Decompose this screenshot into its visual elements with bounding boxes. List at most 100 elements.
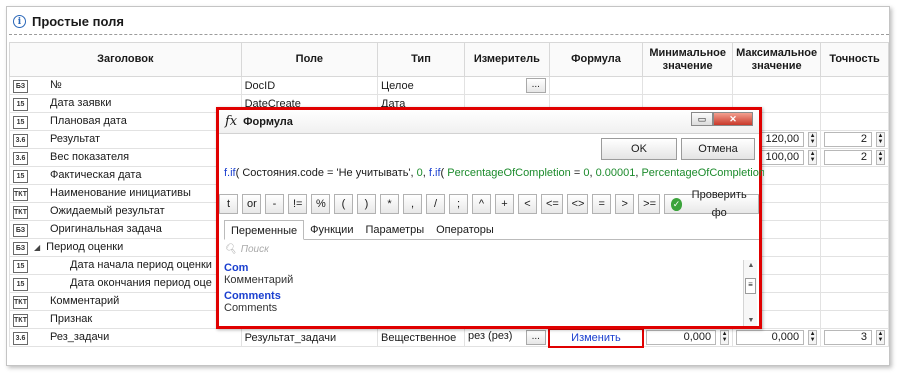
scroll-down-icon[interactable]: ▼ [744, 317, 758, 324]
col-header-field[interactable]: Поле [240, 42, 379, 77]
cell-formula[interactable]: Изменить [548, 327, 644, 348]
spinner-icon[interactable]: ▲ ▼ [876, 330, 885, 345]
search-input[interactable]: Поиск [241, 244, 269, 255]
col-header-min[interactable]: Минимальное значение [642, 42, 734, 77]
operator-button[interactable]: + [495, 194, 514, 214]
col-header-type[interactable]: Тип [377, 42, 465, 77]
spinner-icon[interactable]: ▲ ▼ [808, 150, 818, 165]
table-row[interactable]: 3.6 Рез_задачи Результат_задачи Вещественно… [9, 327, 889, 348]
cell-precision[interactable] [820, 310, 889, 329]
check-formula-button[interactable]: ✓ Проверить фо [663, 189, 759, 219]
cell-precision[interactable] [820, 220, 889, 239]
cell-title[interactable]: 3.6 Рез_задачи [9, 328, 242, 347]
tab-1[interactable]: Функции [304, 220, 359, 239]
cell-title[interactable]: ТКТ Наименование инициативы [9, 184, 242, 203]
cell-measure[interactable]: ... [463, 76, 550, 95]
spinner-icon[interactable]: ▲ ▼ [808, 330, 818, 345]
col-header-measure[interactable]: Измеритель [463, 42, 550, 77]
cell-precision[interactable] [820, 184, 889, 203]
operator-button[interactable]: <= [541, 194, 563, 214]
cell-precision[interactable] [820, 238, 889, 257]
section-header[interactable]: i Простые поля [9, 9, 889, 35]
cell-precision[interactable] [820, 112, 889, 131]
cell-field[interactable]: DocID [240, 76, 379, 95]
cell-precision[interactable]: 2 ▲ ▼ [820, 130, 889, 149]
cell-min-input[interactable]: 0,000 [646, 330, 717, 345]
operator-button[interactable]: - [265, 194, 284, 214]
operator-button[interactable]: = [592, 194, 612, 214]
operator-button[interactable]: , [403, 194, 422, 214]
col-header-precision[interactable]: Точность [820, 42, 889, 77]
cancel-button[interactable]: Отмена [681, 138, 755, 160]
operator-button[interactable]: or [242, 194, 261, 214]
operator-button[interactable]: <> [566, 194, 589, 214]
col-header-title[interactable]: Заголовок [9, 42, 242, 77]
operator-button[interactable]: ^ [472, 194, 491, 214]
list-item[interactable]: Com Комментарий [224, 262, 749, 286]
cell-type[interactable]: Целое [377, 76, 465, 95]
cell-title[interactable]: ТКТ Ожидаемый результат [9, 202, 242, 221]
operator-button[interactable]: < [518, 194, 537, 214]
ok-button[interactable]: OK [601, 138, 677, 160]
cell-max-input[interactable]: 0,000 [736, 330, 805, 345]
cell-title[interactable]: ТКТ Признак [9, 310, 242, 329]
cell-min[interactable] [642, 76, 734, 95]
cell-max[interactable]: 0,000 ▲ ▼ [732, 328, 822, 347]
cell-precision[interactable]: 3 ▲ ▼ [820, 328, 889, 347]
operator-button[interactable]: > [615, 194, 635, 214]
operator-button[interactable]: ) [357, 194, 376, 214]
spinner-icon[interactable]: ▲ ▼ [720, 330, 730, 345]
cell-title[interactable]: ТКТ Комментарий [9, 292, 242, 311]
cell-precision-input[interactable]: 2 [824, 150, 872, 165]
operator-button[interactable]: != [288, 194, 307, 214]
cell-title[interactable]: 15 Дата начала период оценки [9, 256, 242, 275]
measure-select-button[interactable]: ... [525, 78, 546, 93]
cell-title[interactable]: 15 Фактическая дата [9, 166, 242, 185]
measure-select-button[interactable]: ... [525, 330, 546, 345]
edit-formula-link[interactable]: Изменить [571, 332, 621, 344]
col-header-max[interactable]: Максимальное значение [732, 42, 822, 77]
cell-title[interactable]: 15 Дата окончания период оце [9, 274, 242, 293]
expand-icon[interactable]: ◢ [34, 243, 40, 252]
table-row[interactable]: БЗ № DocID Целое... [9, 76, 889, 95]
cell-measure[interactable]: рез (рез)... [463, 328, 550, 347]
cell-precision[interactable] [820, 76, 889, 95]
cell-precision[interactable] [820, 94, 889, 113]
cell-precision[interactable]: 2 ▲ ▼ [820, 148, 889, 167]
restore-icon[interactable]: ▭ [691, 112, 713, 126]
spinner-icon[interactable]: ▲ ▼ [808, 132, 818, 147]
tab-0[interactable]: Переменные [224, 220, 305, 240]
cell-formula[interactable] [548, 76, 644, 95]
cell-precision[interactable] [820, 274, 889, 293]
operator-button[interactable]: >= [638, 194, 660, 214]
cell-title[interactable]: БЗ ◢ Период оценки [9, 238, 242, 257]
cell-title[interactable]: 3.6 Результат [9, 130, 242, 149]
operator-button[interactable]: / [426, 194, 445, 214]
tab-2[interactable]: Параметры [359, 220, 430, 239]
cell-precision[interactable] [820, 166, 889, 185]
cell-max[interactable] [732, 76, 822, 95]
dialog-titlebar[interactable]: fx Формула ▭ ✕ [219, 110, 759, 134]
close-icon[interactable]: ✕ [713, 112, 753, 126]
cell-precision-input[interactable]: 2 [824, 132, 872, 147]
search-box[interactable]: 🔍︎ Поиск [224, 244, 269, 255]
formula-editor[interactable]: f.if( Состояния.code = 'Не учитывать', 0… [224, 167, 764, 179]
cell-type[interactable]: Вещественное [377, 328, 465, 347]
cell-precision-input[interactable]: 3 [824, 330, 872, 345]
cell-precision[interactable] [820, 202, 889, 221]
tab-3[interactable]: Операторы [430, 220, 500, 239]
operator-button[interactable]: % [311, 194, 330, 214]
list-scrollbar[interactable]: ▲ ≡ ▼ [743, 260, 757, 326]
cell-precision[interactable] [820, 292, 889, 311]
spinner-icon[interactable]: ▲ ▼ [876, 150, 885, 165]
cell-field[interactable]: Результат_задачи [240, 328, 379, 347]
cell-precision[interactable] [820, 256, 889, 275]
cell-title[interactable]: 3.6 Вес показателя [9, 148, 242, 167]
list-item[interactable]: Comments Comments [224, 290, 749, 314]
operator-button[interactable]: ( [334, 194, 353, 214]
cell-title[interactable]: 15 Дата заявки [9, 94, 242, 113]
operator-button[interactable]: ; [449, 194, 468, 214]
cell-title[interactable]: 15 Плановая дата [9, 112, 242, 131]
scroll-thumb[interactable]: ≡ [745, 278, 756, 294]
col-header-formula[interactable]: Формула [548, 42, 644, 77]
